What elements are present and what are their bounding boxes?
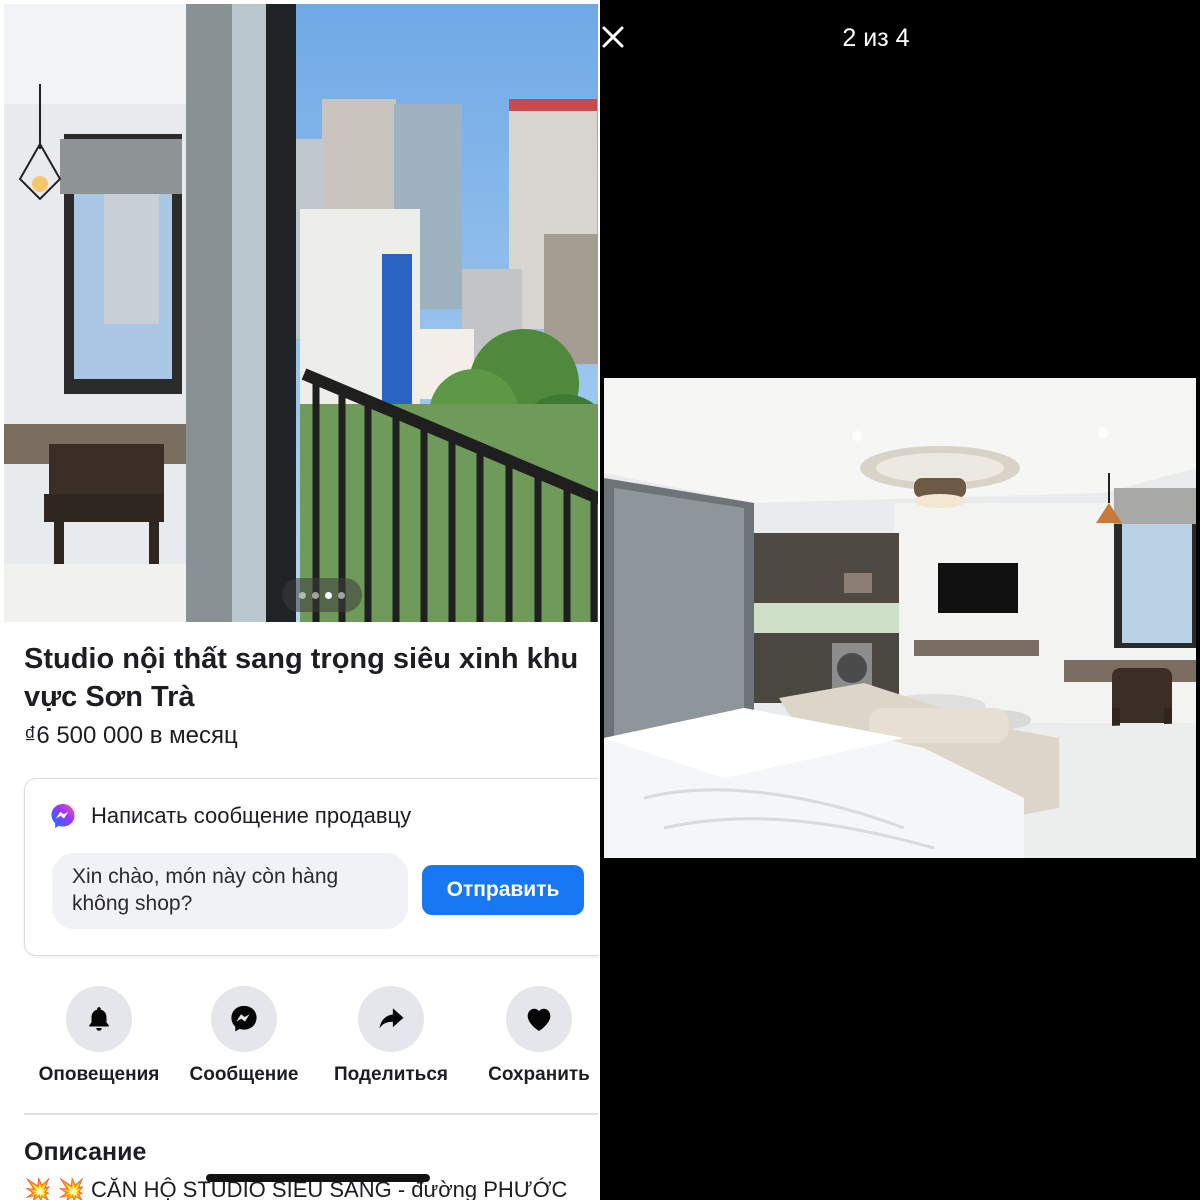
page-dot-active bbox=[325, 591, 332, 599]
messenger-icon bbox=[231, 1005, 257, 1032]
share-icon bbox=[379, 1008, 404, 1029]
listing-photo[interactable] bbox=[4, 4, 600, 622]
messenger-logo-icon bbox=[51, 804, 75, 828]
message-icon-circle bbox=[211, 986, 277, 1052]
message-seller-card: Написать сообщение продавцу Xin chào, mó… bbox=[24, 778, 600, 956]
save-button[interactable]: Сохранить bbox=[464, 986, 600, 1086]
message-input[interactable]: Xin chào, món này còn hàng không shop? bbox=[52, 853, 408, 929]
home-indicator[interactable] bbox=[206, 1174, 430, 1182]
listing-panel: Studio nội thất sang trọng siêu xinh khu… bbox=[0, 0, 600, 1200]
divider bbox=[24, 1113, 600, 1115]
message-button[interactable]: Сообщение bbox=[169, 986, 319, 1086]
photo-viewer: 2 из 4 bbox=[600, 0, 1200, 1200]
page-dot bbox=[312, 591, 319, 599]
listing-price: ₫6 500 000 в месяц bbox=[24, 722, 238, 749]
save-icon-circle bbox=[506, 986, 572, 1052]
save-label: Сохранить bbox=[488, 1064, 590, 1085]
bell-icon bbox=[89, 1007, 109, 1031]
balcony-photo bbox=[4, 4, 600, 622]
action-bar: Оповещения Сообщение Поделиться Сохранит… bbox=[24, 986, 600, 1096]
share-label: Поделиться bbox=[333, 1064, 449, 1085]
photo-counter: 2 из 4 bbox=[842, 24, 910, 52]
alerts-icon-circle bbox=[66, 986, 132, 1052]
message-card-title: Написать сообщение продавцу bbox=[91, 803, 412, 828]
message-card-header: Написать сообщение продавцу bbox=[49, 802, 411, 830]
send-button[interactable]: Отправить bbox=[422, 865, 584, 915]
page-dot bbox=[338, 591, 345, 599]
share-button[interactable]: Поделиться bbox=[316, 986, 466, 1086]
page-dot bbox=[299, 591, 306, 599]
alerts-button[interactable]: Оповещения bbox=[24, 986, 174, 1086]
alerts-label: Оповещения bbox=[38, 1064, 160, 1085]
heart-icon bbox=[527, 1008, 551, 1031]
message-label: Сообщение bbox=[189, 1064, 299, 1085]
viewer-photo[interactable] bbox=[604, 378, 1196, 858]
studio-room-photo bbox=[604, 378, 1196, 858]
share-icon-circle bbox=[358, 986, 424, 1052]
description-heading: Описание bbox=[24, 1138, 147, 1166]
photo-page-indicator bbox=[282, 578, 362, 612]
listing-title: Studio nội thất sang trọng siêu xinh khu… bbox=[24, 643, 579, 713]
